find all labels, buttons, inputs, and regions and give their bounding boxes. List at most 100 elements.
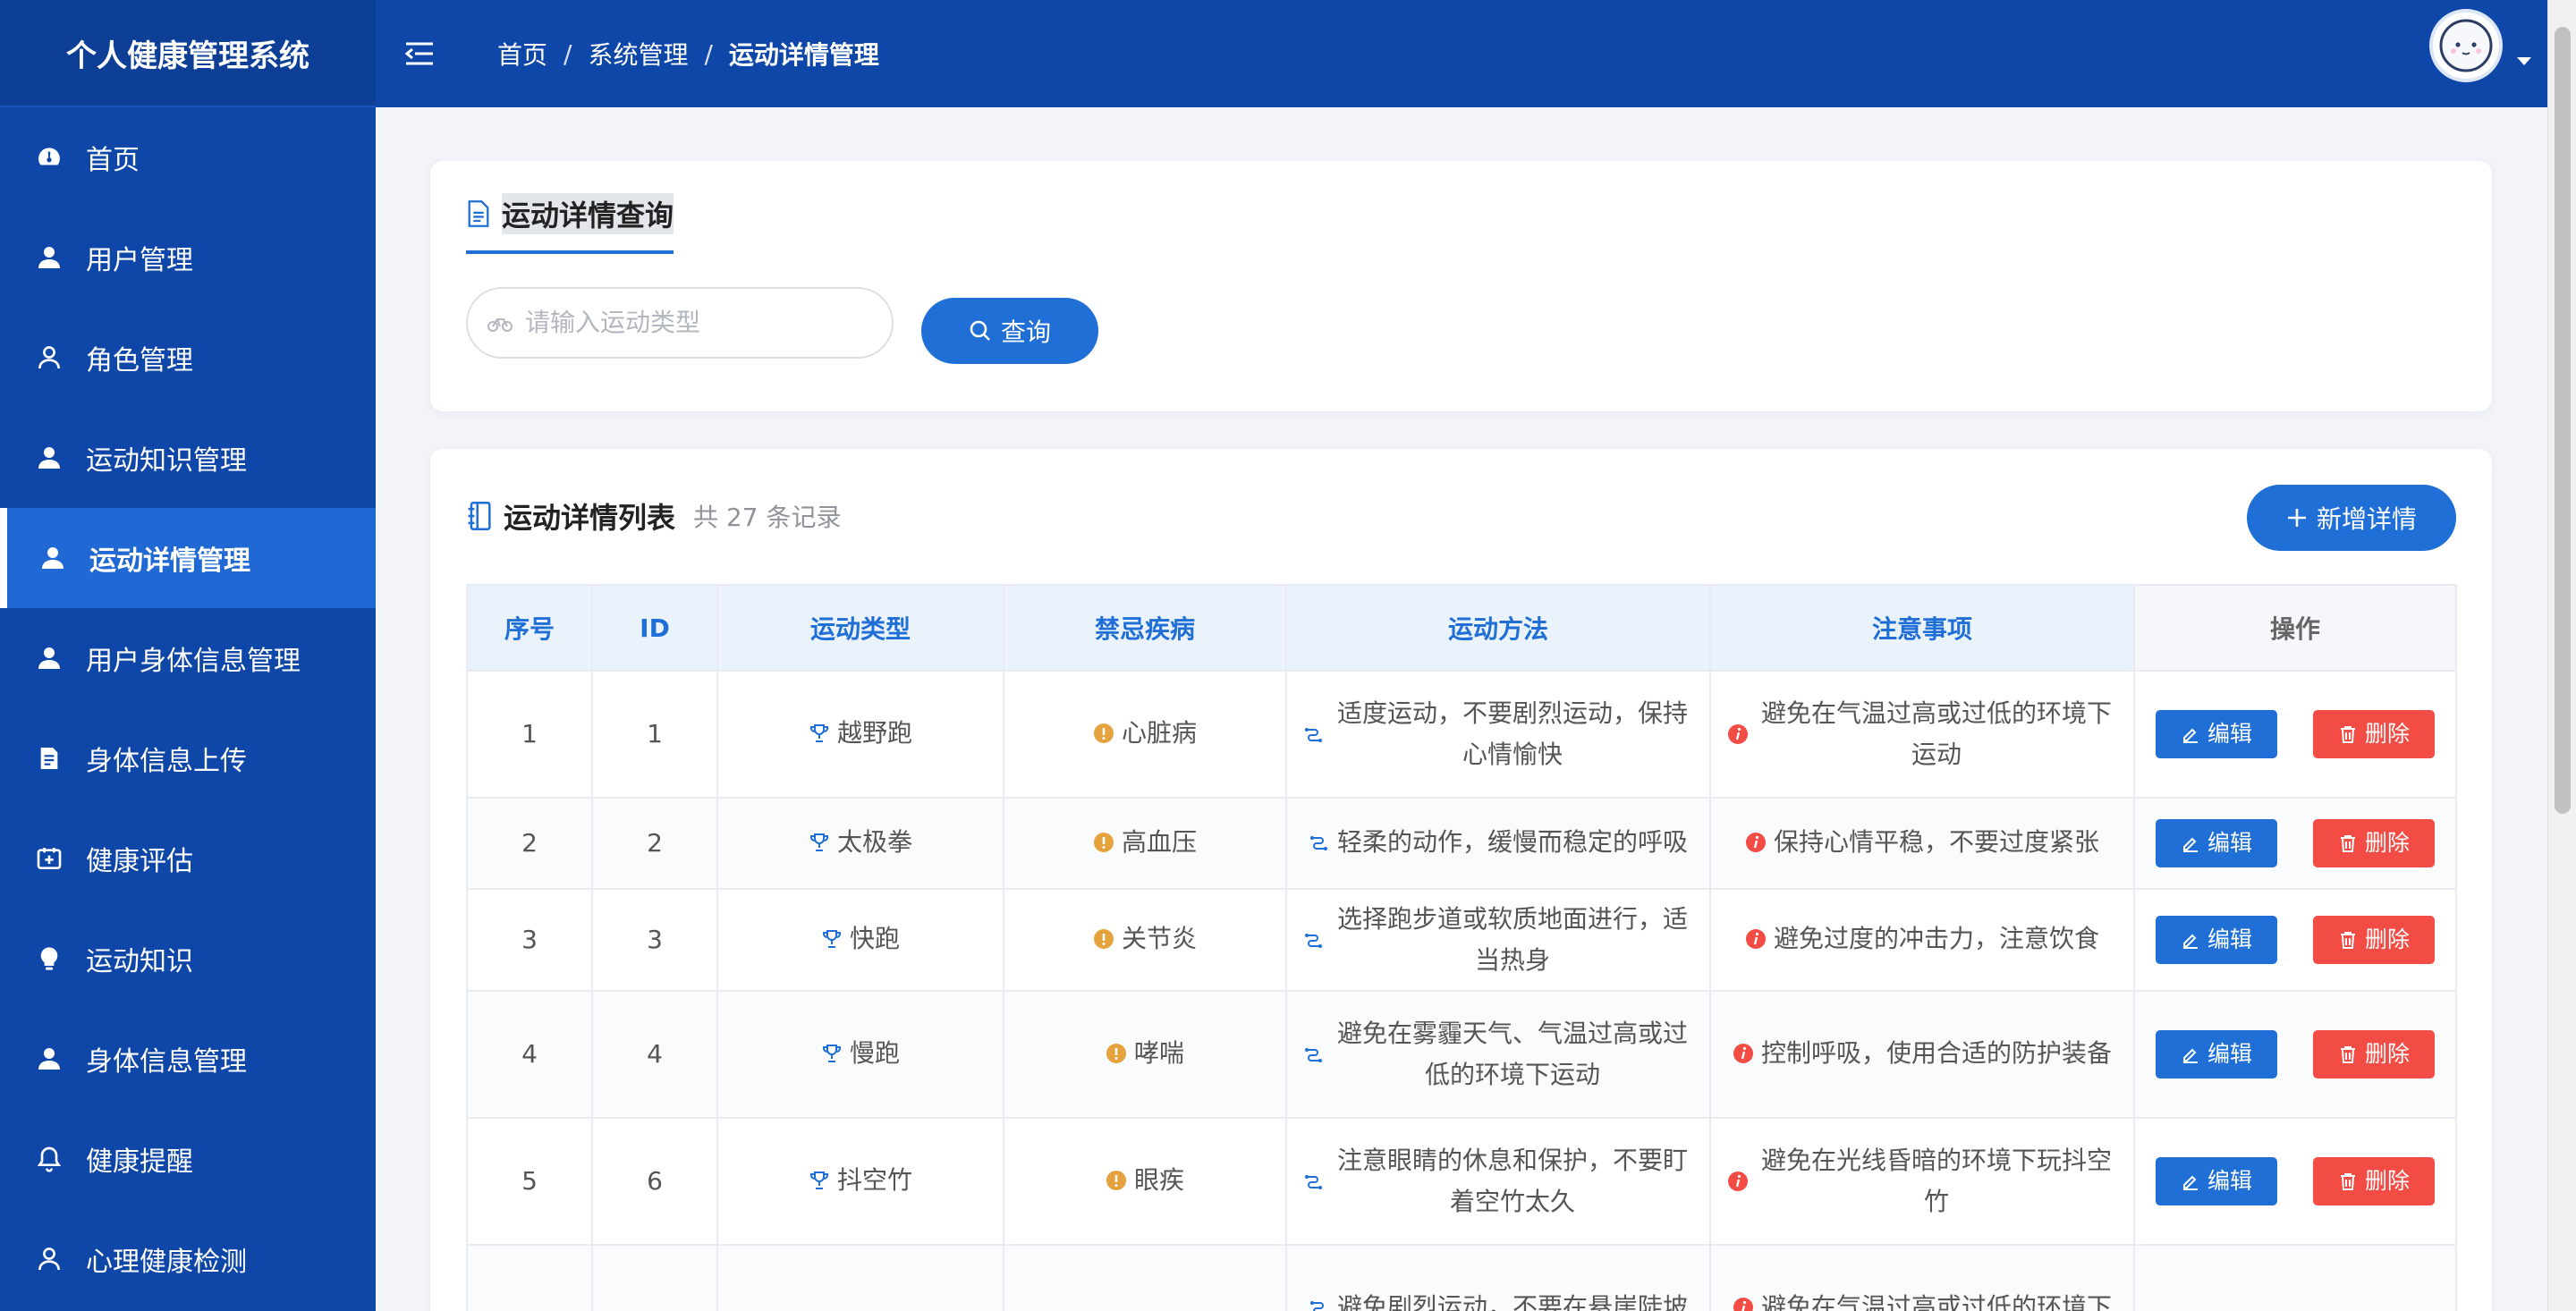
- sidebar-item-health-reminder[interactable]: 健康提醒: [0, 1109, 376, 1209]
- cell-id: 6: [591, 1117, 718, 1246]
- cell-id: 2: [591, 797, 718, 890]
- cell-disease: [1003, 1244, 1287, 1311]
- sidebar-item-users[interactable]: 用户管理: [0, 207, 376, 308]
- breadcrumb-home[interactable]: 首页: [497, 36, 547, 72]
- trash-icon: [2338, 1171, 2358, 1191]
- sidebar: 个人健康管理系统 首页 用户管理 角色管理 运动知识管理 运动详情管理 用户身体…: [0, 0, 376, 1311]
- route-icon: [1309, 832, 1330, 853]
- cell-method: 注意眼睛的休息和保护，不要盯着空竹太久: [1285, 1117, 1711, 1246]
- sidebar-item-label: 健康评估: [86, 846, 193, 877]
- warning-icon: [1106, 1043, 1127, 1064]
- user-icon: [32, 441, 66, 475]
- sidebar-item-health-assessment[interactable]: 健康评估: [0, 808, 376, 909]
- cell-type: 慢跑: [716, 990, 1004, 1119]
- edit-icon: [2181, 930, 2200, 950]
- search-icon: [970, 320, 990, 341]
- note-text: 避免在气温过高或过低的环境下运动: [1760, 698, 2112, 769]
- user-icon: [32, 1042, 66, 1076]
- sidebar-item-label: 首页: [86, 145, 140, 176]
- edit-button[interactable]: 编辑: [2156, 710, 2277, 758]
- sidebar-item-body-info-upload[interactable]: 身体信息上传: [0, 708, 376, 808]
- table-row: 4 4 慢跑 哮喘 避免在雾霾天气、气温过高或过低的环境下运动 控制呼吸，使用合适的防护装…: [466, 990, 2457, 1119]
- trash-icon: [2338, 930, 2358, 950]
- sidebar-item-label: 身体信息管理: [86, 1046, 247, 1078]
- sidebar-item-user-body-info-mgmt[interactable]: 用户身体信息管理: [0, 608, 376, 708]
- warning-icon: [1093, 723, 1114, 744]
- delete-button[interactable]: 删除: [2313, 819, 2435, 867]
- cell-note: 避免在光线昏暗的环境下玩抖空竹: [1709, 1117, 2135, 1246]
- sidebar-item-label: 身体信息上传: [86, 746, 247, 777]
- sidebar-item-body-info-mgmt[interactable]: 身体信息管理: [0, 1009, 376, 1109]
- trash-icon: [2338, 724, 2358, 744]
- edit-button[interactable]: 编辑: [2156, 819, 2277, 867]
- note-text: 避免在光线昏暗的环境下玩抖空竹: [1760, 1146, 2112, 1216]
- add-detail-button[interactable]: 新增详情: [2247, 485, 2456, 551]
- delete-button[interactable]: 删除: [2313, 710, 2435, 758]
- detail-table: 序号 ID 运动类型 禁忌疾病 运动方法 注意事项 操作 1 1 越野跑 心脏病 适度运…: [466, 584, 2457, 1311]
- cell-disease: 哮喘: [1003, 990, 1287, 1119]
- sidebar-item-label: 运动知识管理: [86, 445, 247, 477]
- cell-id: 3: [591, 888, 718, 992]
- method-text: 适度运动，不要剧烈运动，保持心情愉快: [1336, 698, 1688, 769]
- breadcrumb-separator: /: [704, 38, 713, 69]
- trash-icon: [2338, 1045, 2358, 1064]
- list-card: 运动详情列表 共 27 条记录 新增详情 序号 ID 运动类型 禁忌疾病 运动方…: [430, 449, 2492, 1311]
- route-icon: [1303, 1044, 1325, 1065]
- delete-label: 删除: [2364, 1168, 2410, 1194]
- app-title: 个人健康管理系统: [0, 0, 376, 107]
- sidebar-menu: 首页 用户管理 角色管理 运动知识管理 运动详情管理 用户身体信息管理 身体信息…: [0, 107, 376, 1309]
- method-text: 注意眼睛的休息和保护，不要盯着空竹太久: [1336, 1146, 1688, 1216]
- route-icon: [1309, 1297, 1330, 1311]
- edit-button[interactable]: 编辑: [2156, 1030, 2277, 1078]
- edit-icon: [2181, 1045, 2200, 1064]
- info-icon: [1727, 723, 1749, 745]
- cell-type: [716, 1244, 1004, 1311]
- menu-fold-icon[interactable]: [404, 38, 435, 69]
- search-button[interactable]: 查询: [921, 298, 1098, 364]
- edit-label: 编辑: [2207, 1168, 2252, 1194]
- delete-label: 删除: [2364, 721, 2410, 747]
- sidebar-item-home[interactable]: 首页: [0, 107, 376, 207]
- disease-text: 关节炎: [1121, 923, 1197, 953]
- delete-button[interactable]: 删除: [2313, 1157, 2435, 1205]
- delete-button[interactable]: 删除: [2313, 1030, 2435, 1078]
- scrollbar-thumb[interactable]: [2555, 27, 2571, 814]
- route-icon: [1303, 1171, 1325, 1192]
- cell-note: 避免在气温过高或过低的环境下: [1709, 1244, 2135, 1311]
- cell-id: 4: [591, 990, 718, 1119]
- search-box[interactable]: [466, 287, 894, 359]
- caret-down-icon[interactable]: [2517, 57, 2531, 65]
- type-text: 抖空竹: [836, 1164, 912, 1195]
- search-input[interactable]: [525, 309, 865, 337]
- sidebar-item-exercise-detail-mgmt[interactable]: 运动详情管理: [0, 508, 376, 608]
- column-header-no: 序号: [466, 584, 593, 672]
- cell-method: 适度运动，不要剧烈运动，保持心情愉快: [1285, 670, 1711, 799]
- breadcrumb-system[interactable]: 系统管理: [588, 36, 688, 72]
- delete-label: 删除: [2364, 830, 2410, 856]
- user-icon: [32, 641, 66, 675]
- edit-button[interactable]: 编辑: [2156, 916, 2277, 964]
- type-text: 太极拳: [836, 826, 912, 857]
- delete-button[interactable]: 删除: [2313, 916, 2435, 964]
- warning-icon: [1093, 832, 1114, 853]
- edit-button[interactable]: 编辑: [2156, 1157, 2277, 1205]
- sidebar-item-exercise-knowledge[interactable]: 运动知识: [0, 909, 376, 1009]
- disease-text: 心脏病: [1121, 717, 1197, 748]
- plus-box-icon: [32, 842, 66, 875]
- user-icon: [32, 241, 66, 275]
- trash-icon: [2338, 833, 2358, 853]
- list-title: 运动详情列表 共 27 条记录: [466, 495, 841, 537]
- page-scrollbar[interactable]: [2547, 0, 2576, 1311]
- avatar[interactable]: [2429, 9, 2503, 82]
- method-text: 避免在雾霾天气、气温过高或过低的环境下运动: [1336, 1019, 1688, 1089]
- info-icon: [1745, 832, 1767, 853]
- sidebar-item-mental-health[interactable]: 心理健康检测: [0, 1209, 376, 1309]
- cell-disease: 关节炎: [1003, 888, 1287, 992]
- type-text: 越野跑: [836, 717, 912, 748]
- info-icon: [1745, 928, 1767, 950]
- sidebar-item-label: 角色管理: [86, 345, 193, 376]
- sidebar-item-exercise-knowledge-mgmt[interactable]: 运动知识管理: [0, 408, 376, 508]
- delete-label: 删除: [2364, 1041, 2410, 1067]
- sidebar-item-roles[interactable]: 角色管理: [0, 308, 376, 408]
- cell-method: 选择跑步道或软质地面进行，适当热身: [1285, 888, 1711, 992]
